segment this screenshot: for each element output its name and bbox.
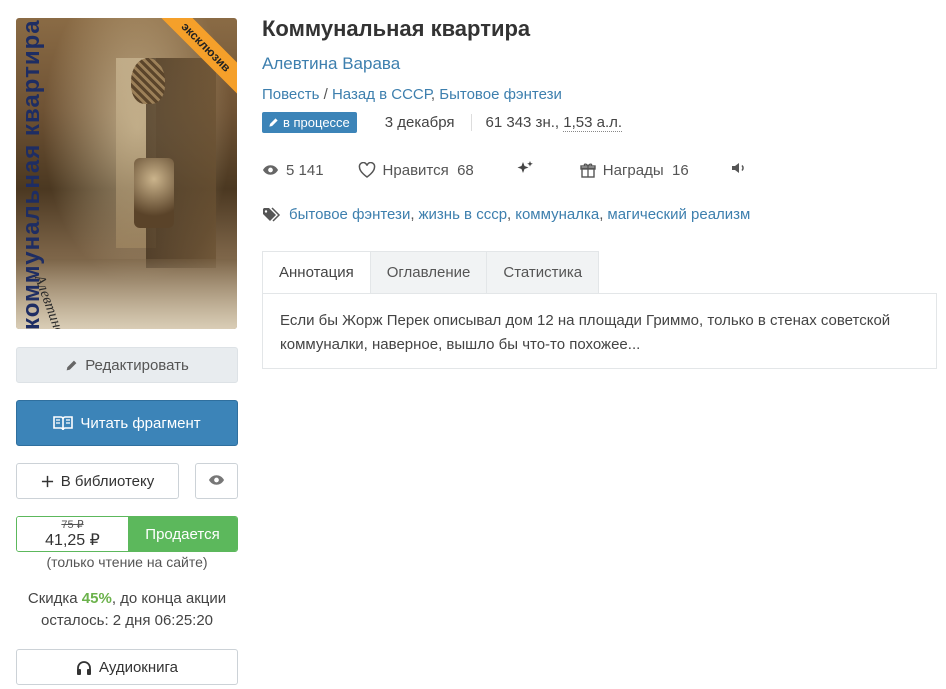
size-chars: 61 343 зн., [485, 114, 564, 131]
new-price: 41,25 ₽ [45, 532, 100, 549]
plus-icon [41, 475, 54, 488]
tag-link[interactable]: жизнь в ссср [419, 206, 508, 223]
discount-remaining: осталось: 2 дня 06:25:20 [40, 612, 214, 629]
tag-separator: , [507, 206, 512, 223]
audiobook-button[interactable]: Аудиокнига [16, 649, 238, 685]
buy-button[interactable]: Продается [128, 517, 237, 551]
book-cover[interactable]: коммунальная квартира Алевтина Варава эк… [16, 18, 237, 329]
pencil-icon [268, 117, 279, 128]
awards-label: Награды [602, 161, 664, 179]
gift-icon [580, 162, 596, 178]
update-date: 3 декабря [384, 114, 455, 131]
views-count: 5 141 [286, 161, 324, 179]
genre-link-1[interactable]: Назад в СССР [332, 86, 431, 103]
tag-link[interactable]: коммуналка [515, 206, 599, 223]
awards-button[interactable]: Награды 16 [580, 162, 689, 179]
headphones-icon [76, 660, 92, 675]
read-fragment-label: Читать фрагмент [80, 414, 201, 432]
status-badge: в процессе [262, 112, 357, 133]
like-button[interactable]: Нравится 68 [358, 162, 474, 179]
likes-count: 68 [457, 161, 474, 179]
pencil-icon [65, 359, 78, 372]
discount-percent: 45% [81, 590, 112, 607]
genre-form-link[interactable]: Повесть [262, 86, 319, 103]
status-label: в процессе [283, 115, 350, 130]
book-title: Коммунальная квартира [262, 16, 531, 41]
annotation-text: Если бы Жорж Перек описывал дом 12 на пл… [262, 293, 937, 369]
edit-button-label: Редактировать [85, 356, 189, 374]
old-price: 75 ₽ [61, 519, 84, 531]
size-author-sheets: 1,53 а.л. [563, 114, 623, 132]
tags-icon [262, 206, 282, 223]
watch-button[interactable] [195, 463, 238, 499]
info-tabs: Аннотация Оглавление Статистика [262, 251, 600, 294]
tab-contents[interactable]: Оглавление [370, 251, 488, 294]
add-to-library-button[interactable]: В библиотеку [16, 463, 179, 499]
tag-separator: , [599, 206, 604, 223]
listen-button[interactable] [731, 161, 748, 179]
price-note: (только чтение на сайте) [46, 554, 208, 570]
author-link[interactable]: Алевтина Варава [262, 54, 400, 74]
eye-icon [262, 164, 279, 176]
discount-prefix: Скидка [27, 590, 82, 607]
add-to-library-label: В библиотеку [60, 472, 155, 490]
left-column: коммунальная квартира Алевтина Варава эк… [16, 18, 238, 685]
price-values: 75 ₽ 41,25 ₽ [17, 517, 128, 551]
sparkles-button[interactable] [516, 160, 534, 180]
speaker-icon [731, 161, 748, 179]
book-open-icon [53, 415, 74, 431]
genre-separator: / [319, 86, 332, 103]
likes-label: Нравится [382, 161, 449, 179]
tag-link[interactable]: магический реализм [607, 206, 750, 223]
stats-row: 5 141 Нравится 68 Награды 16 [262, 160, 748, 180]
heart-icon [358, 162, 376, 178]
discount-info: Скидка 45%, до конца акции осталось: 2 д… [16, 588, 238, 632]
genre-line: Повесть / Назад в СССР, Бытовое фэнтези [262, 86, 562, 103]
tags-row: бытовое фэнтези, жизнь в ссср, коммуналк… [262, 206, 750, 223]
tab-statistics[interactable]: Статистика [487, 251, 600, 294]
meta-line: в процессе 3 декабря 61 343 зн., 1,53 а.… [262, 112, 623, 133]
audiobook-label: Аудиокнига [98, 658, 179, 676]
size-info: 61 343 зн., 1,53 а.л. [470, 114, 623, 132]
read-fragment-button[interactable]: Читать фрагмент [16, 400, 238, 446]
awards-count: 16 [672, 161, 689, 179]
genre-comma: , [430, 86, 440, 103]
cover-art-basket [131, 58, 165, 104]
tag-separator: , [410, 206, 415, 223]
cover-art-pots [134, 158, 174, 228]
views-stat: 5 141 [262, 162, 324, 179]
edit-button[interactable]: Редактировать [16, 347, 238, 383]
sparkles-icon [516, 160, 534, 180]
genre-link-2[interactable]: Бытовое фэнтези [439, 86, 562, 103]
discount-suffix: , до конца акции [111, 590, 227, 607]
price-block[interactable]: 75 ₽ 41,25 ₽ Продается [16, 516, 238, 552]
tab-annotation[interactable]: Аннотация [262, 251, 371, 294]
eye-icon [208, 473, 225, 490]
tag-link[interactable]: бытовое фэнтези [289, 206, 410, 223]
